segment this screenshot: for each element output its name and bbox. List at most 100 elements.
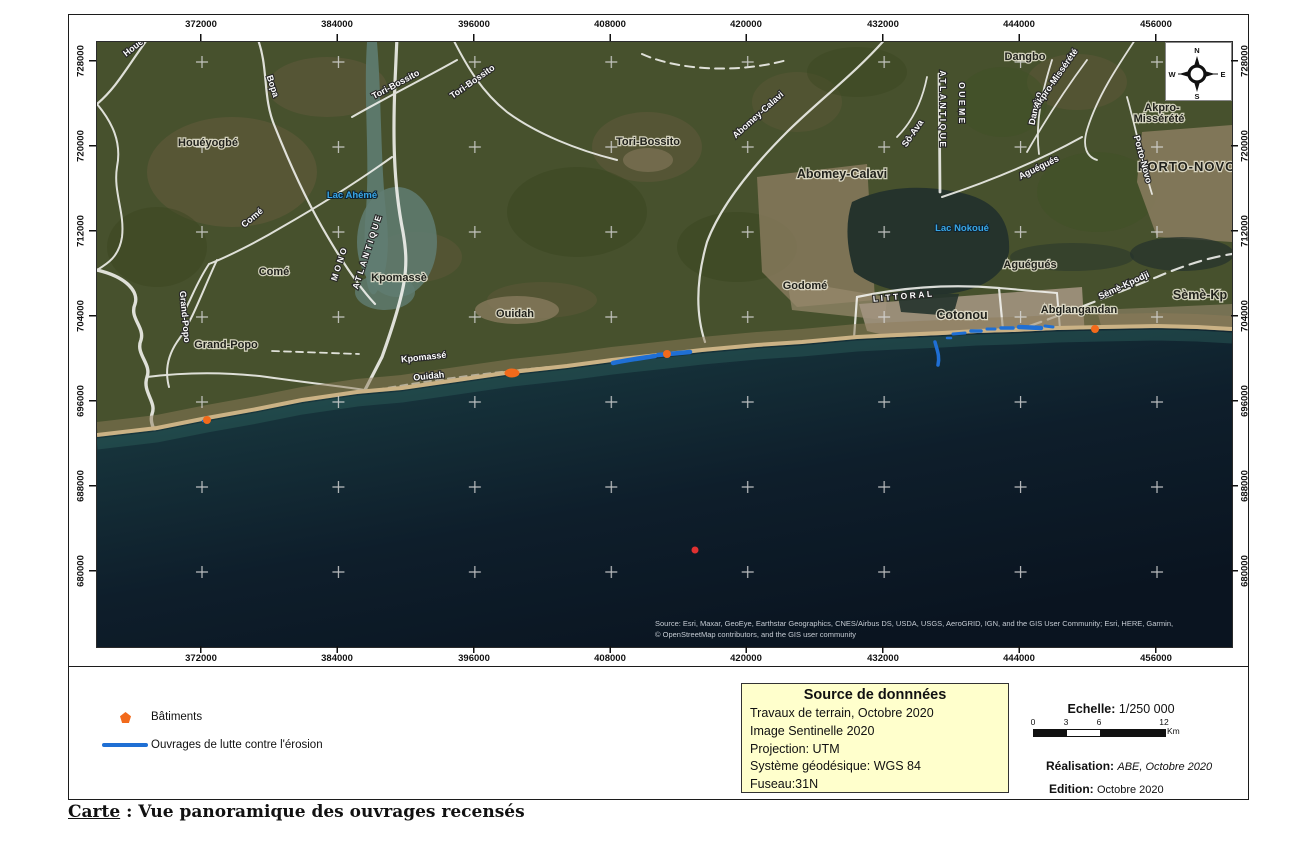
scale-label: Echelle: [1067,702,1115,716]
scale-block: Echelle: 1/250 000 0 3 6 12 Km [1021,702,1221,743]
place-label: Comé [259,266,290,278]
axis-label-x: 384000 [321,653,353,664]
scale-bar [1033,729,1166,737]
axis-label-y: 712000 [76,215,87,247]
ouvrages-marker [99,742,151,748]
legend-label: Bâtiments [151,711,202,723]
place-label: Sèmè-Kp [1173,288,1228,302]
scale-tick: 6 [1097,717,1102,727]
panel-divider [69,666,1248,667]
source-box-line: Fuseau:31N [750,776,1000,794]
place-label: Kpomassè [371,272,427,284]
map-canvas: Houéyogbé Comé Grand-Popo Kpomassè Ouida… [96,41,1233,648]
place-label: Dangbo [1005,51,1046,63]
compass-south-label: S [1194,92,1199,100]
source-box-line: Projection: UTM [750,741,1000,759]
legend-label: Ouvrages de lutte contre l'érosion [151,739,323,751]
axis-label-y: 728000 [76,45,87,77]
scale-bar-segment [1034,730,1067,736]
axis-label-y: 680000 [76,555,87,587]
place-label: Grand-Popo [194,339,258,351]
axis-label-x: 420000 [730,653,762,664]
compass-graphic: N S W E [1166,43,1231,100]
place-label: Godomé [783,280,828,292]
axis-label-x: 408000 [594,19,626,30]
axis-label-y: 704000 [76,300,87,332]
scale-title: Echelle: 1/250 000 [1021,702,1221,716]
realisation-value: ABE, Octobre 2020 [1117,761,1212,773]
place-label: Houéyogbé [178,137,238,149]
lake-label: Lac Ahémé [327,190,377,201]
axis-label-x: 384000 [321,19,353,30]
source-box-line: Image Sentinelle 2020 [750,723,1000,741]
caption-title: Carte [68,802,120,822]
axis-label-x: 456000 [1140,653,1172,664]
caption-text: : Vue panoramique des ouvrages recensés [120,802,525,822]
place-label: Tori-Bossito [616,136,680,148]
scale-bar-wrap: 0 3 6 12 Km [1021,717,1221,743]
compass-west-label: W [1168,70,1176,79]
scale-bar-segment [1100,730,1165,736]
place-label: Abomey-Calavi [797,167,887,181]
compass-north-label: N [1194,46,1199,55]
place-label: Ouidah [496,308,534,320]
top-axis-ticks [200,34,1157,41]
axis-label-y: 696000 [1240,385,1251,417]
axis-label-y: 728000 [1240,45,1251,77]
axis-label-y: 704000 [1240,300,1251,332]
compass-rose: N S W E [1165,42,1232,101]
edition-value: Octobre 2020 [1097,784,1164,796]
axis-label-y: 720000 [76,130,87,162]
axis-label-x: 408000 [594,653,626,664]
legend: Bâtiments Ouvrages de lutte contre l'éro… [99,703,323,759]
axis-label-x: 432000 [867,19,899,30]
scale-tick: 0 [1031,717,1036,727]
graticule-crosses [97,42,1232,647]
map-figure-frame: Houéyogbé Comé Grand-Popo Kpomassè Ouida… [68,14,1249,800]
source-box-line: Système géodésique: WGS 84 [750,758,1000,776]
figure-caption: Carte : Vue panoramique des ouvrages rec… [68,802,525,822]
bottom-axis-ticks [200,646,1157,653]
axis-label-y: 680000 [1240,555,1251,587]
basemap-attribution: Source: Esri, Maxar, GeoEye, Earthstar G… [655,618,1235,641]
legend-item-batiments: Bâtiments [99,703,323,731]
axis-label-x: 444000 [1003,19,1035,30]
axis-label-y: 696000 [76,385,87,417]
realisation-label: Réalisation: [1046,759,1114,773]
attribution-line1: Source: Esri, Maxar, GeoEye, Earthstar G… [655,619,1173,628]
left-axis-ticks [89,60,96,573]
axis-label-y: 688000 [76,470,87,502]
axis-label-x: 432000 [867,653,899,664]
axis-label-x: 372000 [185,653,217,664]
legend-item-ouvrages: Ouvrages de lutte contre l'érosion [99,731,323,759]
scale-bar-segment [1067,730,1100,736]
axis-label-x: 444000 [1003,653,1035,664]
axis-label-y: 688000 [1240,470,1251,502]
report-page: Houéyogbé Comé Grand-Popo Kpomassè Ouida… [0,0,1300,841]
orange-pentagon-icon [120,712,131,723]
lake-label: Lac Nokoué [935,223,989,234]
scale-tick: 3 [1064,717,1069,727]
axis-label-y: 720000 [1240,130,1251,162]
place-label: Abglangandan [1041,304,1118,316]
source-data-box: Source de donnnées Travaux de terrain, O… [741,683,1009,793]
axis-label-x: 372000 [185,19,217,30]
right-axis-ticks [1231,60,1238,573]
edition-credit: Edition: Octobre 2020 [1049,782,1164,796]
edition-label: Edition: [1049,782,1094,796]
compass-east-label: E [1220,70,1225,79]
realisation-credit: Réalisation: ABE, Octobre 2020 [1046,759,1212,773]
axis-label-y: 712000 [1240,215,1251,247]
source-box-title: Source de donnnées [750,687,1000,703]
attribution-line2: © OpenStreetMap contributors, and the GI… [655,630,856,639]
place-label: Aguégués [1003,259,1056,271]
scale-unit: Km [1167,726,1180,736]
scale-value: 1/250 000 [1119,702,1175,716]
boundary-label: ATLANTIQUE [938,70,948,149]
blue-line-icon [102,742,148,748]
boundary-label: OUEME [957,82,967,126]
axis-label-x: 456000 [1140,19,1172,30]
axis-label-x: 396000 [458,653,490,664]
batiments-marker [99,712,151,723]
source-box-line: Travaux de terrain, Octobre 2020 [750,705,1000,723]
